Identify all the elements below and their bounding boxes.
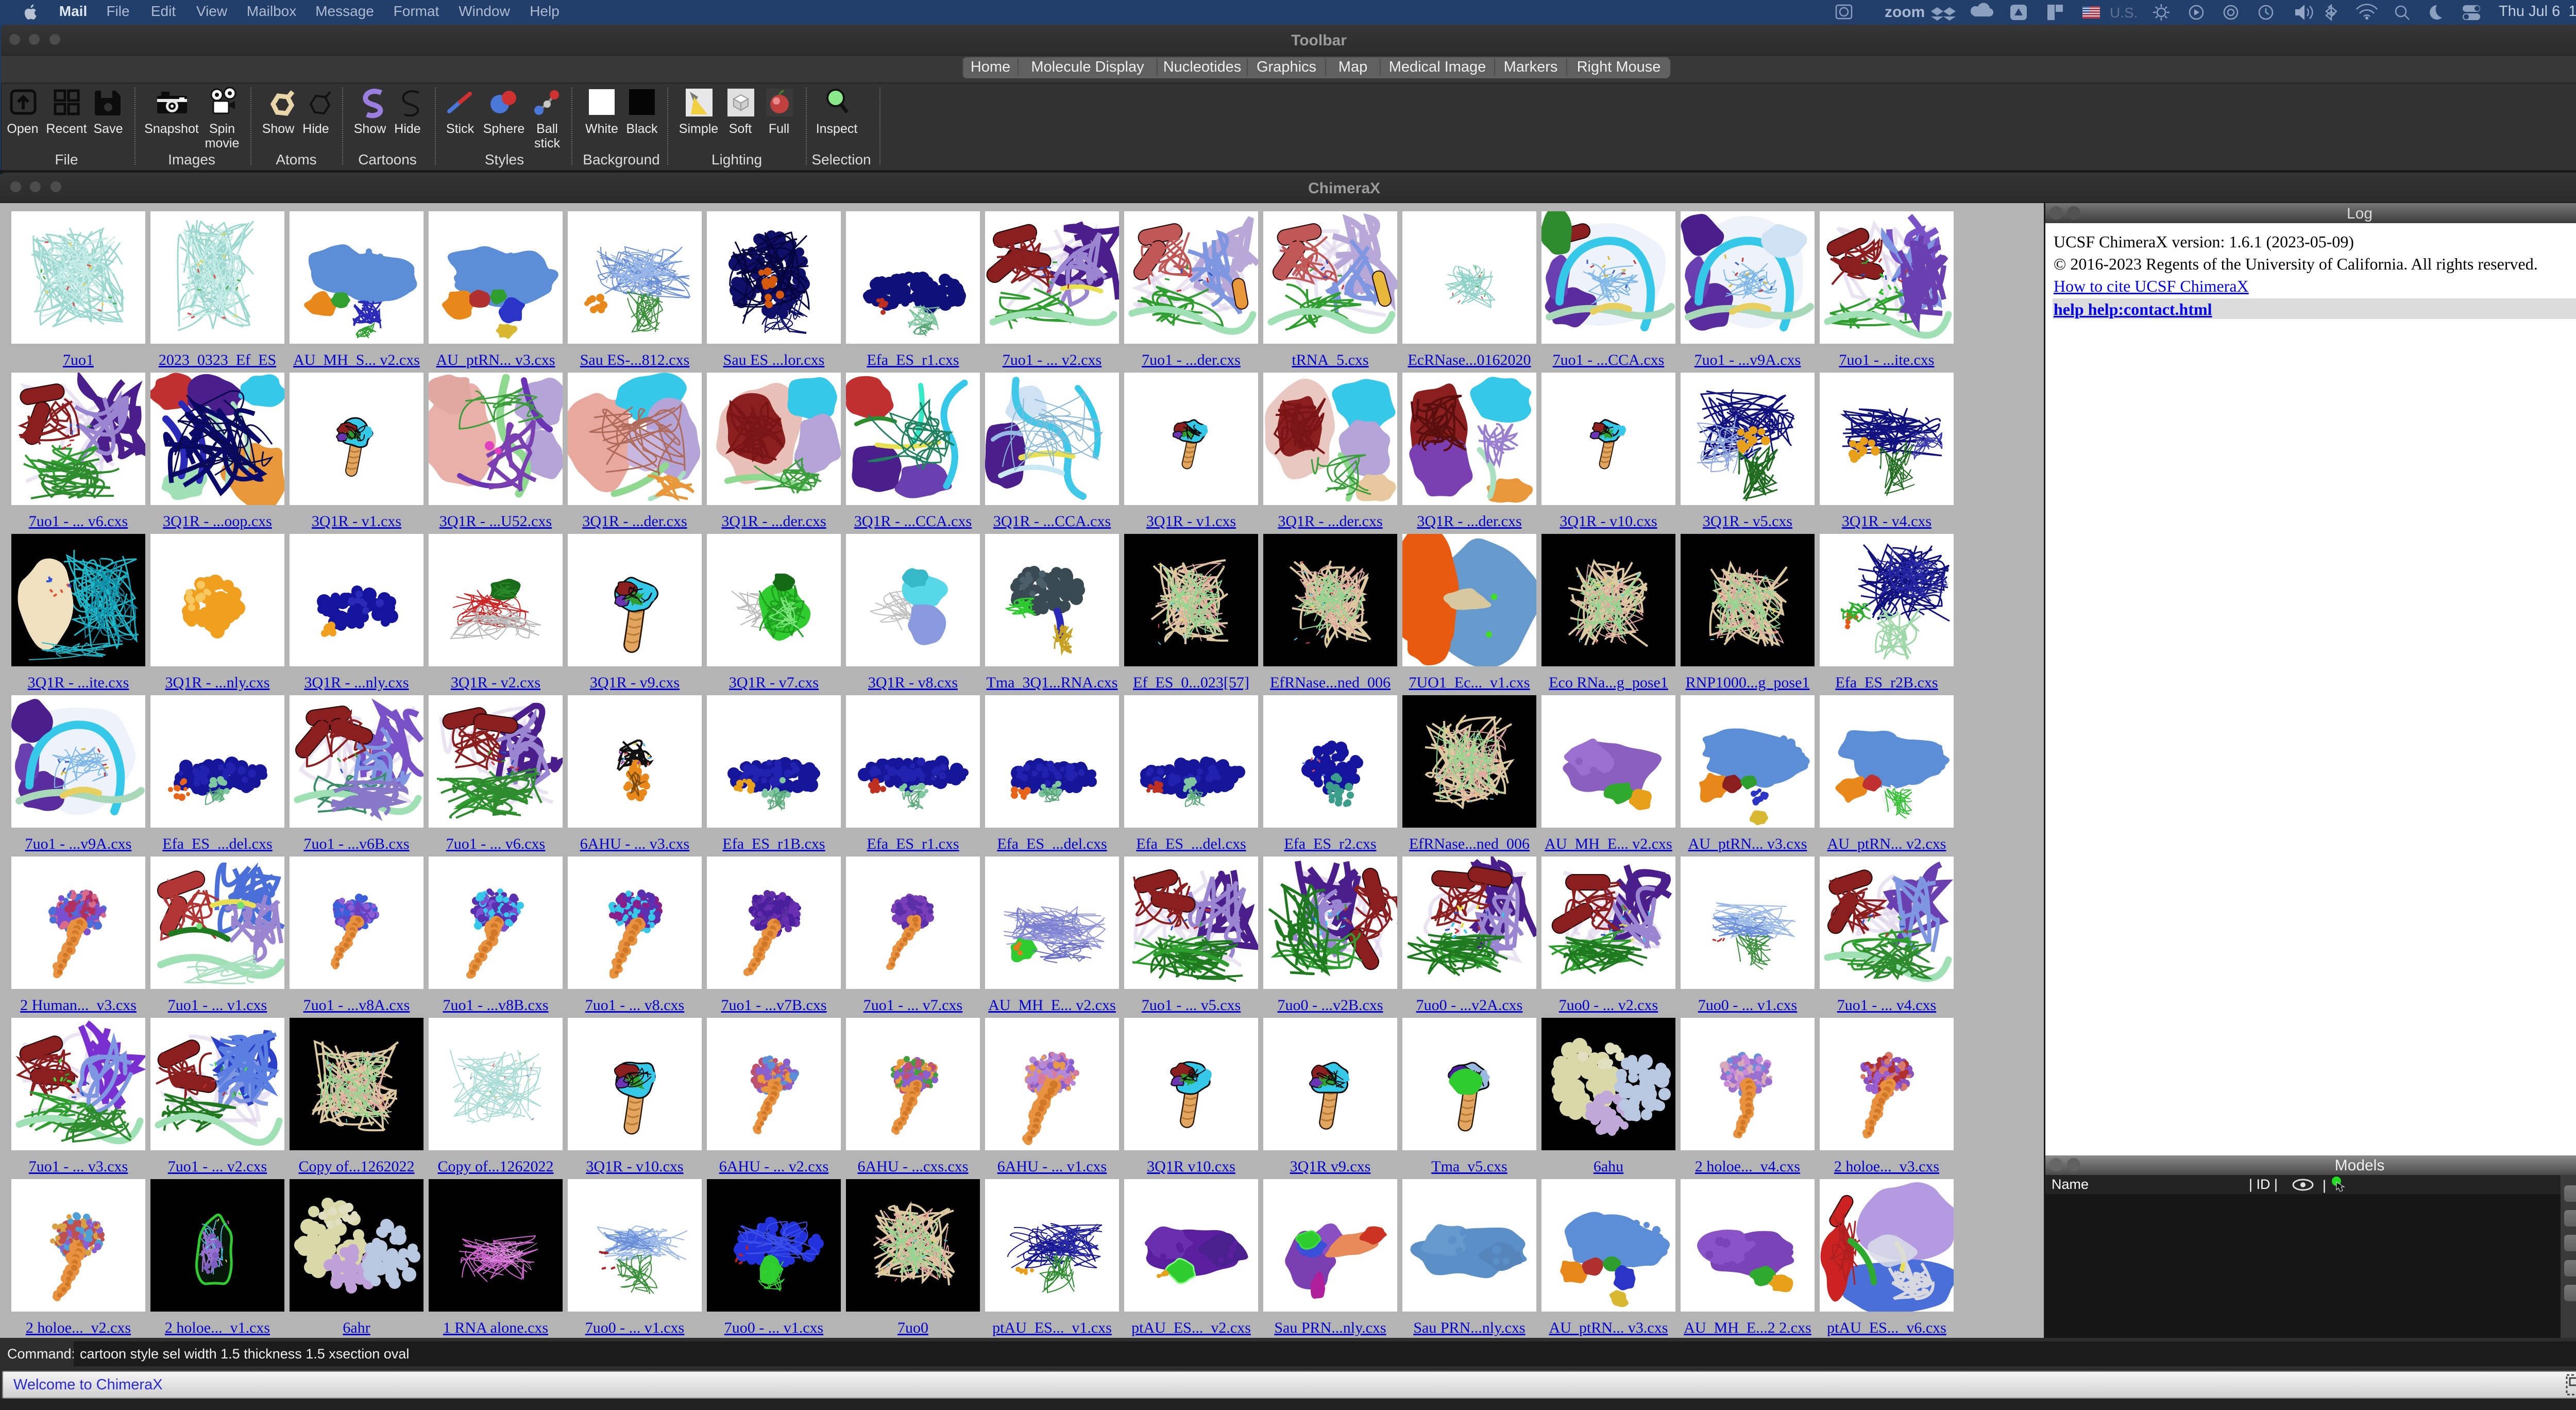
svg-text:zoom: zoom [1885,4,1925,21]
svg-text:|: | [2323,1178,2326,1193]
svg-text:U.S.: U.S. [2110,5,2138,21]
